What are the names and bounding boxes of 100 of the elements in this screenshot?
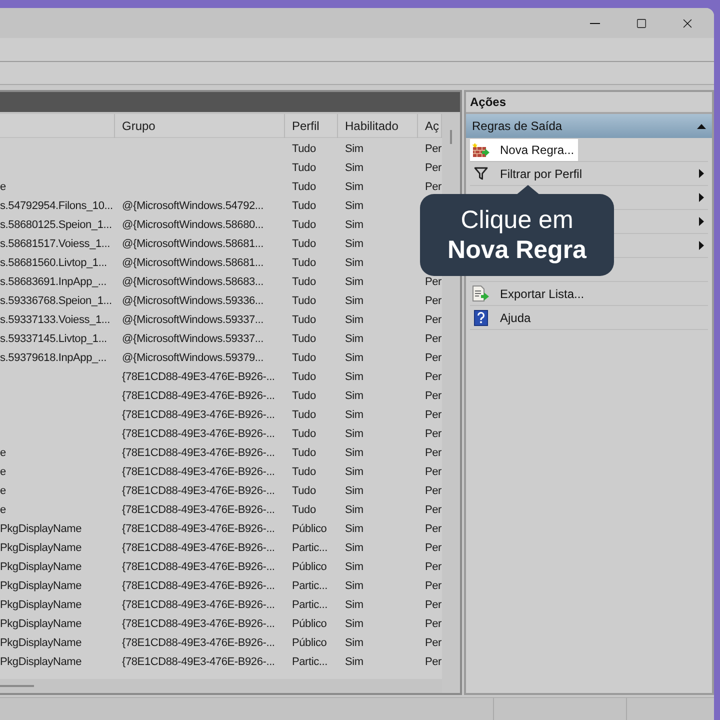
table-cell: Per: [425, 484, 442, 496]
table-cell: Per: [425, 352, 442, 364]
column-header[interactable]: Perfil: [285, 114, 338, 138]
table-cell: e: [0, 504, 6, 516]
filter-icon: [474, 167, 488, 180]
table-cell: Tudo: [292, 408, 316, 420]
table-cell: Sim: [345, 542, 364, 554]
table-cell: @{MicrosoftWindows.54792...: [122, 200, 264, 212]
table-cell: Per: [425, 636, 442, 648]
table-cell: {78E1CD88-49E3-476E-B926-...: [122, 504, 275, 516]
table-cell: {78E1CD88-49E3-476E-B926-...: [122, 618, 275, 630]
table-cell: Sim: [345, 504, 364, 516]
table-cell: Sim: [345, 484, 364, 496]
table-cell: s.58683691.InpApp_...: [0, 276, 107, 288]
table-cell: Tudo: [292, 256, 316, 268]
table-cell: Sim: [345, 580, 364, 592]
table-cell: Sim: [345, 390, 364, 402]
table-cell: Per: [425, 276, 442, 288]
table-cell: s.59337133.Voiess_1...: [0, 314, 110, 326]
scrollbar-thumb[interactable]: [0, 685, 34, 687]
table-cell: Per: [425, 428, 442, 440]
table-cell: Público: [292, 522, 327, 534]
table-cell: Tudo: [292, 504, 316, 516]
table-cell: Per: [425, 522, 442, 534]
table-cell: Sim: [345, 408, 364, 420]
table-cell: Per: [425, 560, 442, 572]
table-cell: Partic...: [292, 656, 328, 668]
table-cell: Sim: [345, 218, 364, 230]
action-item[interactable]: Ajuda: [470, 306, 535, 328]
table-cell: Per: [425, 294, 442, 306]
table-cell: Tudo: [292, 466, 316, 478]
table-cell: Sim: [345, 294, 364, 306]
table-cell: s.59336768.Speion_1...: [0, 294, 112, 306]
table-cell: Tudo: [292, 276, 316, 288]
table-cell: Público: [292, 560, 327, 572]
panel-title: Ações: [470, 94, 506, 111]
table-cell: Sim: [345, 522, 364, 534]
table-cell: Sim: [345, 352, 364, 364]
table-cell: s.58681560.Livtop_1...: [0, 256, 107, 268]
table-cell: Tudo: [292, 446, 316, 458]
table-cell: s.59337145.Livtop_1...: [0, 332, 107, 344]
column-header[interactable]: Grupo: [115, 114, 285, 138]
minimize-icon: [590, 22, 600, 24]
table-cell: Sim: [345, 598, 364, 610]
table-cell: Público: [292, 636, 327, 648]
action-item[interactable]: Nova Regra...: [470, 138, 578, 160]
table-cell: PkgDisplayName: [0, 560, 82, 572]
section-header[interactable]: Regras de Saída: [466, 114, 712, 138]
table-cell: Per: [425, 390, 442, 402]
table-cell: Per: [425, 542, 442, 554]
table-cell: PkgDisplayName: [0, 522, 82, 534]
table-cell: Tudo: [292, 314, 316, 326]
brick-wall-icon: [472, 142, 490, 158]
submenu-arrow-icon: [699, 169, 704, 178]
table-cell: Tudo: [292, 162, 316, 174]
table-cell: PkgDisplayName: [0, 598, 82, 610]
table-cell: {78E1CD88-49E3-476E-B926-...: [122, 466, 275, 478]
table-cell: s.59379618.InpApp_...: [0, 352, 107, 364]
table-cell: @{MicrosoftWindows.58681...: [122, 256, 264, 268]
action-item[interactable]: Filtrar por Perfil: [470, 162, 586, 184]
table-cell: Per: [425, 580, 442, 592]
table-cell: {78E1CD88-49E3-476E-B926-...: [122, 484, 275, 496]
table-cell: Sim: [345, 332, 364, 344]
table-cell: @{MicrosoftWindows.59336...: [122, 294, 264, 306]
table-cell: @{MicrosoftWindows.59337...: [122, 314, 264, 326]
table-cell: Tudo: [292, 142, 316, 154]
table-cell: e: [0, 180, 6, 192]
table-cell: Per: [425, 408, 442, 420]
table-cell: Público: [292, 618, 327, 630]
table-cell: Per: [425, 466, 442, 478]
submenu-arrow-icon: [699, 241, 704, 250]
table-cell: Tudo: [292, 238, 316, 250]
table-cell: s.58680125.Speion_1...: [0, 218, 112, 230]
table-cell: Per: [425, 180, 442, 192]
table-cell: @{MicrosoftWindows.58683...: [122, 276, 264, 288]
table-cell: {78E1CD88-49E3-476E-B926-...: [122, 542, 275, 554]
action-item[interactable]: Exportar Lista...: [470, 282, 588, 304]
table-cell: PkgDisplayName: [0, 542, 82, 554]
table-cell: Sim: [345, 276, 364, 288]
table-cell: Sim: [345, 142, 364, 154]
table-cell: {78E1CD88-49E3-476E-B926-...: [122, 636, 275, 648]
table-cell: s.58681517.Voiess_1...: [0, 238, 110, 250]
table-cell: e: [0, 446, 6, 458]
table-cell: {78E1CD88-49E3-476E-B926-...: [122, 598, 275, 610]
table-cell: Sim: [345, 238, 364, 250]
column-header[interactable]: Habilitado: [338, 114, 418, 138]
table-cell: PkgDisplayName: [0, 580, 82, 592]
callout-text: Clique em Nova Regra: [446, 205, 588, 265]
table-cell: Tudo: [292, 390, 316, 402]
table-cell: Sim: [345, 656, 364, 668]
table-cell: Per: [425, 504, 442, 516]
table-cell: Tudo: [292, 180, 316, 192]
table-cell: Sim: [345, 428, 364, 440]
table-cell: Partic...: [292, 598, 328, 610]
table-cell: {78E1CD88-49E3-476E-B926-...: [122, 446, 275, 458]
table-cell: Per: [425, 656, 442, 668]
table-cell: Sim: [345, 162, 364, 174]
table-cell: Per: [425, 446, 442, 458]
submenu-arrow-icon: [699, 217, 704, 226]
table-cell: Tudo: [292, 352, 316, 364]
